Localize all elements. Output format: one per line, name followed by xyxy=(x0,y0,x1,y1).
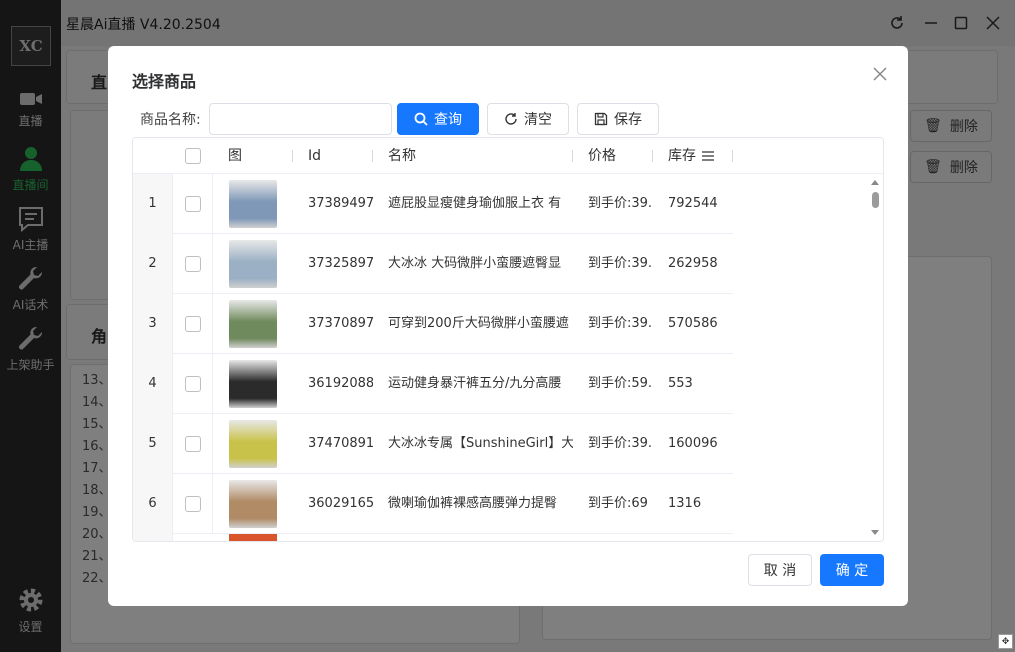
product-name: 运动健身暴汗裤五分/九分高腰 xyxy=(388,376,562,391)
product-name-input[interactable] xyxy=(209,103,392,135)
product-stock: 570586 xyxy=(668,316,718,331)
product-id: 37389497 xyxy=(308,196,373,211)
product-stock: 792544 xyxy=(668,196,718,211)
close-icon[interactable] xyxy=(870,64,890,84)
product-price: 到手价:39. xyxy=(588,436,653,451)
column-id: Id xyxy=(308,138,373,174)
table-body: 1 37389497 遮屁股显瘦健身瑜伽服上衣 有 到手价:39. 792544… xyxy=(133,174,733,541)
save-button[interactable]: 保存 xyxy=(577,103,659,135)
query-button[interactable]: 查询 xyxy=(397,103,479,135)
product-stock: 160096 xyxy=(668,436,718,451)
row-index: 2 xyxy=(133,234,173,294)
table-row[interactable]: 3 37370897 可穿到200斤大码微胖小蛮腰遮 到手价:39. 57058… xyxy=(133,294,733,354)
select-product-dialog: 选择商品 商品名称: 查询 清空 保存 图 Id 名称 价格 库存 1 3738… xyxy=(108,46,908,606)
clear-button[interactable]: 清空 xyxy=(487,103,569,135)
move-icon[interactable]: ✥ xyxy=(998,634,1013,649)
product-id: 37370897 xyxy=(308,316,373,331)
product-name: 微喇瑜伽裤裸感高腰弹力提臀 xyxy=(388,496,558,511)
product-stock: 553 xyxy=(668,376,693,391)
select-all-checkbox[interactable] xyxy=(173,138,213,174)
product-id: 36029165 xyxy=(308,496,373,511)
table-row[interactable]: 4 36192088 运动健身暴汗裤五分/九分高腰 到手价:59. 553 xyxy=(133,354,733,414)
product-id: 36192088 xyxy=(308,376,373,391)
product-thumbnail xyxy=(213,234,293,294)
table-row-partial xyxy=(133,534,733,541)
product-name: 遮屁股显瘦健身瑜伽服上衣 有 xyxy=(388,196,562,211)
table-row[interactable]: 2 37325897 大冰冰 大码微胖小蛮腰遮臀显 到手价:39. 262958 xyxy=(133,234,733,294)
product-thumbnail xyxy=(213,294,293,354)
reset-icon xyxy=(505,113,517,125)
column-price: 价格 xyxy=(588,138,653,174)
row-index: 4 xyxy=(133,354,173,414)
product-name: 大冰冰 大码微胖小蛮腰遮臀显 xyxy=(388,256,562,271)
confirm-button[interactable]: 确 定 xyxy=(820,554,884,586)
row-checkbox[interactable] xyxy=(173,474,213,534)
product-price: 到手价:39. xyxy=(588,196,653,211)
row-checkbox[interactable] xyxy=(173,234,213,294)
menu-icon[interactable] xyxy=(702,151,714,161)
row-checkbox[interactable] xyxy=(173,354,213,414)
search-icon xyxy=(414,112,428,126)
product-thumbnail xyxy=(213,174,293,234)
product-id: 37325897 xyxy=(308,256,373,271)
product-stock: 262958 xyxy=(668,256,718,271)
product-thumbnail xyxy=(213,414,293,474)
column-name: 名称 xyxy=(388,138,573,174)
row-checkbox[interactable] xyxy=(173,294,213,354)
product-thumbnail xyxy=(213,474,293,534)
row-checkbox[interactable] xyxy=(173,414,213,474)
product-name: 大冰冰专属【SunshineGirl】大 xyxy=(388,436,573,451)
table-row[interactable]: 1 37389497 遮屁股显瘦健身瑜伽服上衣 有 到手价:39. 792544 xyxy=(133,174,733,234)
scroll-thumb[interactable] xyxy=(872,192,879,208)
product-name: 可穿到200斤大码微胖小蛮腰遮 xyxy=(388,316,569,331)
column-image: 图 xyxy=(228,138,293,174)
product-price: 到手价:69 xyxy=(588,496,648,511)
product-price: 到手价:39. xyxy=(588,256,653,271)
product-stock: 1316 xyxy=(668,496,702,511)
row-index: 1 xyxy=(133,174,173,234)
table-header: 图 Id 名称 价格 库存 xyxy=(133,138,883,174)
table-row[interactable]: 6 36029165 微喇瑜伽裤裸感高腰弹力提臀 到手价:69 1316 xyxy=(133,474,733,534)
product-thumbnail xyxy=(213,354,293,414)
row-index: 6 xyxy=(133,474,173,534)
product-table: 图 Id 名称 价格 库存 1 37389497 遮屁股显瘦健身瑜伽服上衣 有 … xyxy=(132,137,884,542)
table-row[interactable]: 5 37470891 大冰冰专属【SunshineGirl】大 到手价:39. … xyxy=(133,414,733,474)
scroll-up-icon[interactable] xyxy=(871,180,879,185)
product-price: 到手价:39. xyxy=(588,316,653,331)
column-stock[interactable]: 库存 xyxy=(668,138,733,174)
product-price: 到手价:59. xyxy=(588,376,653,391)
table-scrollbar[interactable] xyxy=(869,176,881,539)
search-label: 商品名称: xyxy=(140,112,201,128)
product-id: 37470891 xyxy=(308,436,373,451)
row-index: 5 xyxy=(133,414,173,474)
row-index: 3 xyxy=(133,294,173,354)
save-icon xyxy=(594,112,608,126)
cancel-button[interactable]: 取 消 xyxy=(748,554,812,586)
dialog-title: 选择商品 xyxy=(132,72,197,91)
row-checkbox[interactable] xyxy=(173,174,213,234)
scroll-down-icon[interactable] xyxy=(871,530,879,535)
